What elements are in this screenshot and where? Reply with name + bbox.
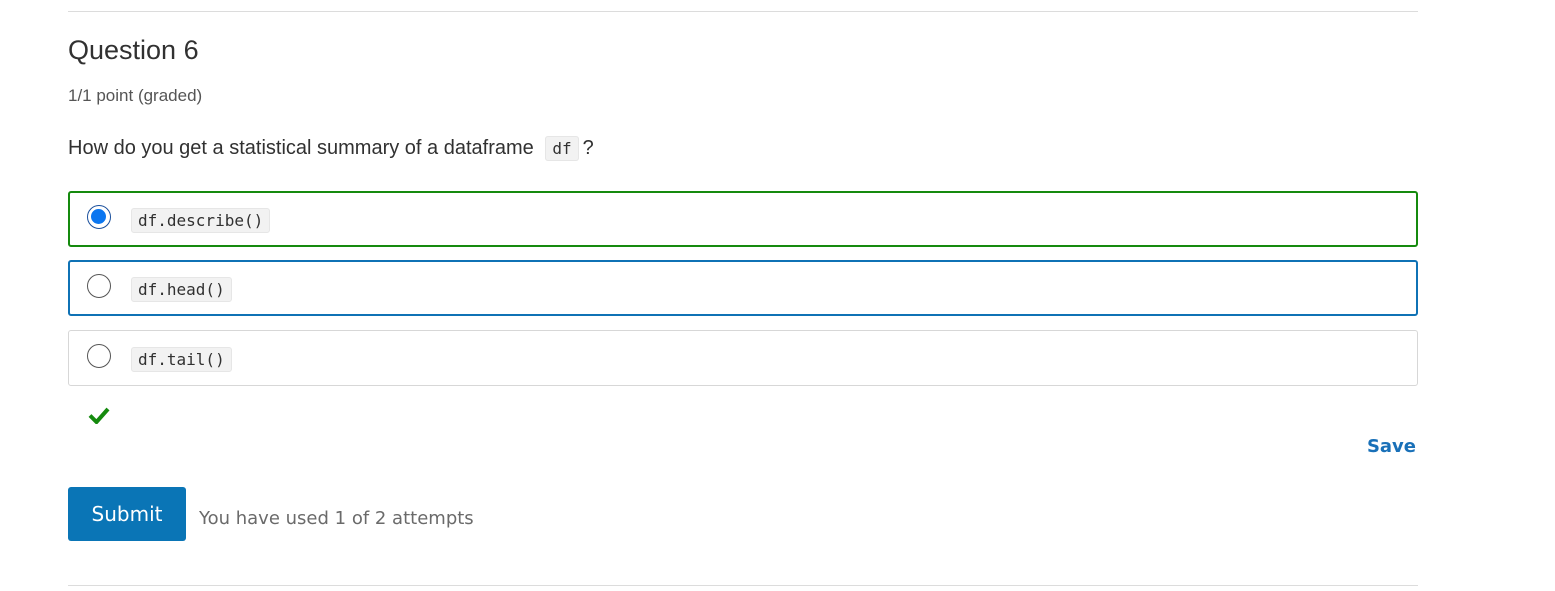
top-divider (68, 11, 1418, 12)
bottom-divider (68, 585, 1418, 586)
radio-button[interactable] (87, 274, 111, 298)
radio-button-selected[interactable] (87, 205, 111, 229)
prompt-code: df (545, 136, 579, 161)
radio-button[interactable] (87, 344, 111, 368)
choice-tail[interactable]: df.tail() (68, 330, 1418, 386)
submit-button[interactable]: Submit (68, 487, 186, 541)
choice-label: df.head() (131, 277, 232, 302)
choice-label: df.tail() (131, 347, 232, 372)
choice-label: df.describe() (131, 208, 271, 233)
prompt-end: ? (582, 137, 594, 159)
question-prompt: How do you get a statistical summary of … (68, 134, 594, 163)
checkmark-icon (88, 407, 110, 424)
choice-describe[interactable]: df.describe() (68, 191, 1418, 247)
points-label: 1/1 point (graded) (68, 86, 203, 105)
attempts-status: You have used 1 of 2 attempts (199, 508, 474, 529)
question-title: Question 6 (68, 35, 199, 65)
save-link[interactable]: Save (1367, 436, 1416, 457)
choice-head[interactable]: df.head() (68, 260, 1418, 316)
prompt-text: How do you get a statistical summary of … (68, 137, 534, 159)
